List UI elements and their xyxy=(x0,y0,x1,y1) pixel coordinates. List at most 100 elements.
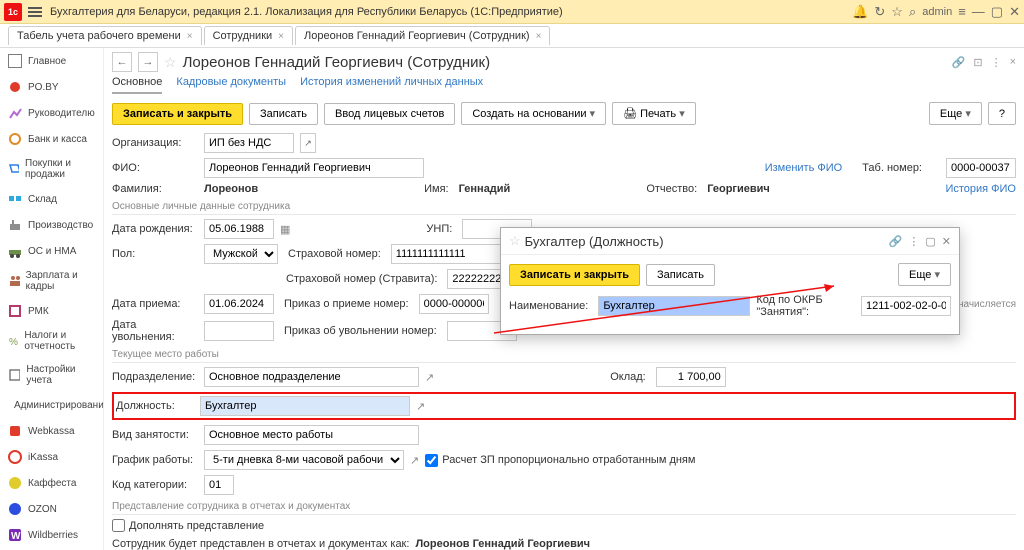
open-icon[interactable]: ↗ xyxy=(410,454,419,467)
tabno-label: Таб. номер: xyxy=(862,162,922,174)
create-from-button[interactable]: Создать на основании xyxy=(461,102,606,125)
maximize-icon[interactable]: ▢ xyxy=(925,235,935,248)
face-accounts-button[interactable]: Ввод лицевых счетов xyxy=(324,103,455,125)
sidebar-item-rmk[interactable]: РМК xyxy=(0,298,103,324)
sidebar-item-ozon[interactable]: OZON xyxy=(0,496,103,522)
section-representation: Представление сотрудника в отчетах и док… xyxy=(112,501,1016,515)
dialog-more-button[interactable]: Еще xyxy=(898,263,951,286)
sidebar-item-ikassa[interactable]: iKassa xyxy=(0,444,103,470)
emptype-field[interactable] xyxy=(204,425,419,445)
dialog-code-label: Код по ОКРБ "Занятия": xyxy=(756,294,851,318)
dialog-code-field[interactable] xyxy=(861,296,951,316)
hire-order-field[interactable] xyxy=(419,294,489,314)
fio-history-link[interactable]: История ФИО xyxy=(945,183,1016,195)
forward-button[interactable]: → xyxy=(138,52,158,72)
insno-field[interactable] xyxy=(391,244,511,264)
catcode-field[interactable] xyxy=(204,475,234,495)
hire-label: Дата приема: xyxy=(112,298,198,310)
link-icon[interactable]: 🔗 xyxy=(952,56,966,69)
help-button[interactable]: ? xyxy=(988,102,1016,125)
settings-icon[interactable]: ≡ xyxy=(958,4,966,19)
sidebar-item-stock[interactable]: Склад xyxy=(0,186,103,212)
sidebar-item-production[interactable]: Производство xyxy=(0,212,103,238)
back-button[interactable]: ← xyxy=(112,52,132,72)
surname-value: Лореонов xyxy=(204,183,258,195)
content: ← → ☆ Лореонов Геннадий Георгиевич (Сотр… xyxy=(104,48,1024,550)
dialog-write-and-close-button[interactable]: Записать и закрыть xyxy=(509,264,640,286)
subtab-hr-docs[interactable]: Кадровые документы xyxy=(176,76,286,94)
tabno-field[interactable] xyxy=(946,158,1016,178)
maximize-icon[interactable]: ▢ xyxy=(991,4,1003,20)
dept-field[interactable] xyxy=(204,367,419,387)
org-open-button[interactable]: ↗ xyxy=(300,133,316,153)
dialog-write-button[interactable]: Записать xyxy=(646,264,715,286)
link-icon[interactable]: 🔗 xyxy=(889,235,903,248)
sidebar-item-settings[interactable]: Настройки учета xyxy=(0,358,103,392)
tab-employees[interactable]: Сотрудники× xyxy=(204,26,293,45)
sidebar-item-hr[interactable]: Зарплата и кадры xyxy=(0,264,103,298)
close-icon[interactable]: × xyxy=(187,31,193,42)
close-icon[interactable]: ✕ xyxy=(1009,4,1020,20)
sidebar-item-assets[interactable]: ОС и НМА xyxy=(0,238,103,264)
app-title: Бухгалтерия для Беларуси, редакция 2.1. … xyxy=(50,6,563,18)
patronymic-label: Отчество: xyxy=(646,183,697,195)
star-icon[interactable]: ☆ xyxy=(891,4,903,20)
favorite-star-icon[interactable]: ☆ xyxy=(509,233,521,249)
open-icon[interactable]: ↗ xyxy=(416,400,425,413)
user-label[interactable]: admin xyxy=(922,6,952,18)
print-button[interactable]: 🖨 Печать xyxy=(612,102,696,125)
write-button[interactable]: Записать xyxy=(249,103,318,125)
sidebar-item-wildberries[interactable]: WWildberries xyxy=(0,522,103,548)
close-icon[interactable]: ✕ xyxy=(942,235,951,248)
more-icon[interactable]: ⋮ xyxy=(908,235,919,248)
schedule-select[interactable]: 5-ти дневка 8-ми часовой рабочий день xyxy=(204,450,404,470)
sidebar-item-main[interactable]: Главное xyxy=(0,48,103,74)
sidebar-item-poby[interactable]: PO.BY xyxy=(0,74,103,100)
salary-field[interactable] xyxy=(656,367,726,387)
subtab-history[interactable]: История изменений личных данных xyxy=(300,76,483,94)
position-field[interactable] xyxy=(200,396,410,416)
minimize-icon[interactable]: — xyxy=(972,4,985,19)
org-field[interactable] xyxy=(204,133,294,153)
repr-text-label: Сотрудник будет представлен в отчетах и … xyxy=(112,538,409,550)
sex-select[interactable]: Мужской xyxy=(204,244,278,264)
fire-field[interactable] xyxy=(204,321,274,341)
sidebar-item-sales[interactable]: Покупки и продажи xyxy=(0,152,103,186)
sidebar-item-kaffesta[interactable]: Каффеста xyxy=(0,470,103,496)
detach-icon[interactable]: ⊡ xyxy=(973,56,982,69)
open-icon[interactable]: ↗ xyxy=(425,371,434,384)
add-repr-checkbox[interactable]: Дополнять представление xyxy=(112,519,1016,532)
sidebar-item-tax[interactable]: %Налоги и отчетность xyxy=(0,324,103,358)
insno-label: Страховой номер: xyxy=(288,248,381,260)
tab-timesheet[interactable]: Табель учета рабочего времени× xyxy=(8,26,202,45)
emptype-label: Вид занятости: xyxy=(112,429,198,441)
tab-employee-card[interactable]: Лореонов Геннадий Георгиевич (Сотрудник)… xyxy=(295,26,550,45)
sidebar-item-webkassa[interactable]: Webkassa xyxy=(0,418,103,444)
svg-text:W: W xyxy=(11,531,21,542)
more-button[interactable]: Еще xyxy=(929,102,982,125)
bell-icon[interactable]: 🔔 xyxy=(852,4,868,20)
section-workplace: Текущее место работы xyxy=(112,349,1016,363)
search-icon[interactable]: ⌕ xyxy=(909,4,916,20)
birth-field[interactable] xyxy=(204,219,274,239)
history-icon[interactable]: ↻ xyxy=(874,4,885,20)
close-icon[interactable]: × xyxy=(278,31,284,42)
sidebar-item-admin[interactable]: Администрирование xyxy=(0,392,103,418)
change-fio-link[interactable]: Изменить ФИО xyxy=(765,162,843,174)
sidebar-item-manager[interactable]: Руководителю xyxy=(0,100,103,126)
dialog-name-field[interactable] xyxy=(598,296,750,316)
close-icon[interactable]: × xyxy=(1010,56,1016,69)
patronymic-value: Георгиевич xyxy=(707,183,770,195)
calendar-icon[interactable]: ▦ xyxy=(280,223,290,236)
write-and-close-button[interactable]: Записать и закрыть xyxy=(112,103,243,125)
subtab-main[interactable]: Основное xyxy=(112,76,162,94)
favorite-star-icon[interactable]: ☆ xyxy=(164,54,177,71)
calc-zp-checkbox[interactable]: Расчет ЗП пропорционально отработанным д… xyxy=(425,454,695,467)
hire-field[interactable] xyxy=(204,294,274,314)
close-icon[interactable]: × xyxy=(536,31,542,42)
more-icon[interactable]: ⋮ xyxy=(991,56,1002,69)
menu-icon[interactable] xyxy=(26,3,44,21)
sidebar-item-bank[interactable]: Банк и касса xyxy=(0,126,103,152)
fio-field[interactable] xyxy=(204,158,424,178)
svg-text:%: % xyxy=(9,337,18,348)
